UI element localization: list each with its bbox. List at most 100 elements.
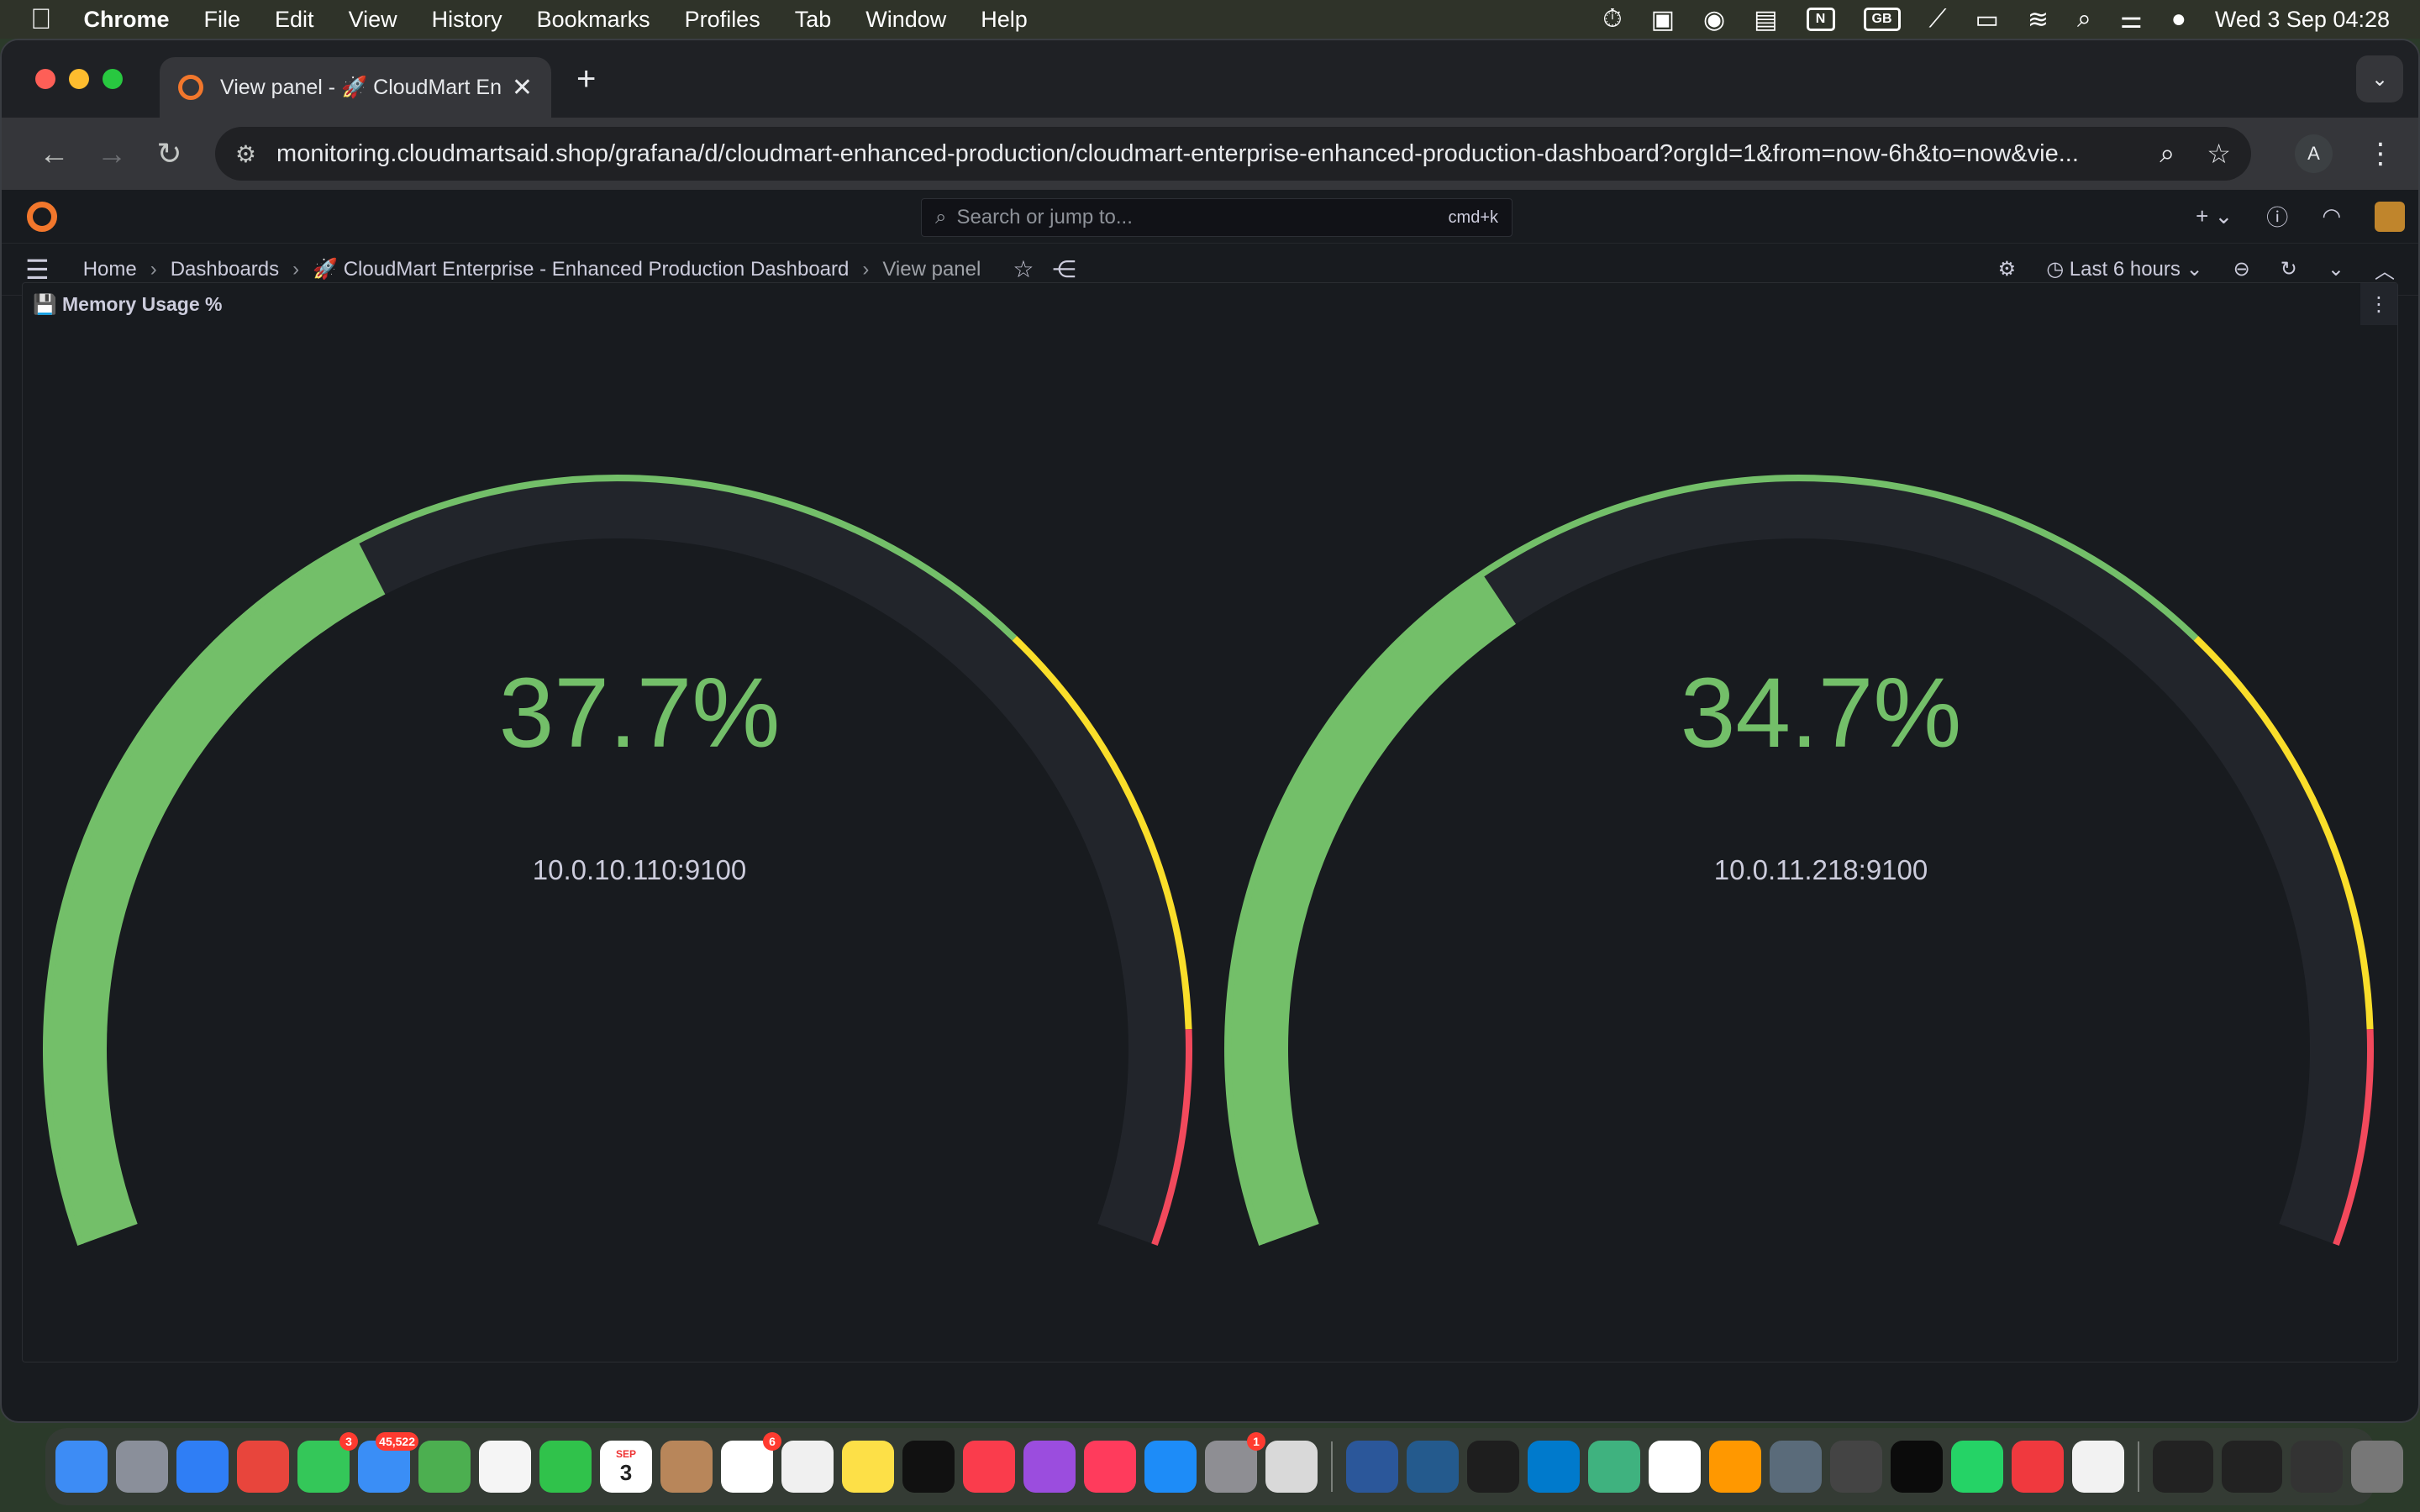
menu-hamburger-icon[interactable]: ☰	[25, 254, 50, 286]
trash-icon[interactable]	[2351, 1441, 2403, 1493]
minimized-window-thumbnail[interactable]	[2222, 1441, 2282, 1493]
menu-tab[interactable]: Tab	[795, 7, 832, 33]
site-info-icon[interactable]: ⚙	[235, 140, 256, 168]
star-favorite-icon[interactable]: ☆	[1013, 255, 1034, 283]
tab-search-chevron-icon[interactable]: ⌄	[2356, 55, 2403, 102]
maps-icon[interactable]	[418, 1441, 471, 1493]
minimized-window-thumbnail[interactable]	[2153, 1441, 2213, 1493]
spotlight-search-icon[interactable]: ⌕	[2077, 5, 2091, 34]
menu-window[interactable]: Window	[865, 7, 946, 33]
clipboard-status-icon[interactable]: ▣	[1651, 5, 1675, 34]
messages-icon[interactable]: 3	[297, 1432, 358, 1493]
input-source-icon[interactable]: GB	[1863, 8, 1901, 31]
forward-arrow-icon[interactable]: →	[83, 136, 141, 171]
preview-icon[interactable]	[1770, 1441, 1822, 1493]
iterm-icon[interactable]	[1891, 1441, 1943, 1493]
new-tab-button[interactable]: +	[576, 60, 596, 98]
siri-icon[interactable]: ●	[2171, 5, 2186, 34]
time-picker-button[interactable]: ◷ Last 6 hours ⌄	[2046, 257, 2202, 281]
facetime-icon[interactable]	[539, 1441, 592, 1493]
finder-icon[interactable]	[55, 1441, 108, 1493]
reload-icon[interactable]: ↻	[140, 136, 198, 171]
control-center-icon[interactable]: ⚌	[2120, 5, 2143, 34]
chrome-menu-icon[interactable]: ⋮	[2366, 137, 2395, 171]
apple-tv-icon[interactable]	[902, 1441, 955, 1493]
profile-avatar[interactable]: A	[2294, 134, 2333, 173]
breadcrumb-dashboard[interactable]: 🚀 CloudMart Enterprise - Enhanced Produc…	[313, 257, 849, 281]
user-avatar[interactable]	[2375, 201, 2405, 232]
zoom-magnifier-icon[interactable]: ⌕	[2160, 138, 2175, 170]
anydesk-icon[interactable]	[2012, 1441, 2064, 1493]
menu-history[interactable]: History	[432, 7, 502, 33]
menu-profiles[interactable]: Profiles	[685, 7, 760, 33]
zoom-window-button[interactable]	[103, 69, 123, 89]
menu-app-name[interactable]: Chrome	[84, 7, 170, 33]
grafana-search-input[interactable]: ⌕ Search or jump to... cmd+k	[921, 198, 1512, 237]
downloads-stack-icon[interactable]	[2291, 1441, 2343, 1493]
menu-file[interactable]: File	[204, 7, 241, 33]
notion-status-icon[interactable]: N	[1806, 8, 1835, 31]
timer-status-icon[interactable]: ⏱	[1602, 5, 1622, 34]
freeform-icon[interactable]	[781, 1441, 834, 1493]
app-store-icon[interactable]	[1144, 1441, 1197, 1493]
share-icon[interactable]: ⋲	[1052, 255, 1076, 283]
battery-icon[interactable]: ▭	[1975, 5, 1999, 34]
mail-icon[interactable]: 45,522	[358, 1432, 418, 1493]
collapse-chevron-up-icon[interactable]: ︿	[2375, 255, 2395, 284]
safari-icon[interactable]	[176, 1441, 229, 1493]
recording-status-icon[interactable]: ◉	[1703, 5, 1725, 34]
mysql-workbench-icon[interactable]	[1407, 1441, 1459, 1493]
launchpad-icon[interactable]	[116, 1441, 168, 1493]
zoom-out-icon[interactable]: ⊖	[2233, 257, 2250, 281]
textedit-icon[interactable]	[2072, 1441, 2124, 1493]
refresh-interval-chevron-icon[interactable]: ⌄	[2328, 257, 2344, 281]
apple-menu-icon[interactable]: 	[30, 3, 52, 36]
url-text[interactable]: monitoring.cloudmartsaid.shop/grafana/d/…	[276, 140, 2128, 168]
bookmark-star-icon[interactable]: ☆	[2207, 138, 2231, 170]
sublime-text-icon[interactable]	[1709, 1441, 1761, 1493]
notion-icon[interactable]	[1649, 1441, 1701, 1493]
iphone-mirroring-icon[interactable]	[1265, 1441, 1318, 1493]
atom-icon[interactable]	[1588, 1441, 1640, 1493]
news-icon[interactable]	[1084, 1441, 1136, 1493]
close-window-button[interactable]	[35, 69, 55, 89]
add-new-button[interactable]: + ⌄	[2196, 203, 2233, 229]
word-icon[interactable]	[1346, 1441, 1398, 1493]
music-icon[interactable]	[963, 1441, 1015, 1493]
pen-status-icon[interactable]: ⟋	[1929, 5, 1947, 34]
notes-icon[interactable]	[842, 1441, 894, 1493]
whatsapp-icon[interactable]	[1951, 1441, 2003, 1493]
menu-clock[interactable]: Wed 3 Sep 04:28	[2215, 7, 2390, 33]
chrome-icon[interactable]	[237, 1441, 289, 1493]
calendar-icon[interactable]: SEP 3	[600, 1441, 652, 1493]
back-arrow-icon[interactable]: ←	[25, 136, 83, 171]
grafana-logo-icon[interactable]	[27, 201, 57, 232]
tab-active[interactable]: View panel - 🚀 CloudMart Ent ✕	[160, 57, 551, 118]
wifi-icon[interactable]: ≋	[2028, 5, 2049, 34]
news-feed-icon[interactable]: ◠	[2322, 203, 2341, 229]
menu-bookmarks[interactable]: Bookmarks	[537, 7, 650, 33]
vscode-icon[interactable]	[1528, 1441, 1580, 1493]
menu-edit[interactable]: Edit	[275, 7, 314, 33]
menu-view[interactable]: View	[349, 7, 397, 33]
keychain-icon[interactable]	[1830, 1441, 1882, 1493]
podcasts-icon[interactable]	[1023, 1441, 1076, 1493]
address-bar[interactable]: ⚙ monitoring.cloudmartsaid.shop/grafana/…	[214, 127, 2251, 181]
help-icon[interactable]: ⓘ	[2266, 201, 2288, 232]
contacts-icon[interactable]	[660, 1441, 713, 1493]
tab-close-icon[interactable]: ✕	[512, 73, 533, 102]
reminders-badge: 6	[763, 1432, 781, 1451]
breadcrumb-home[interactable]: Home	[83, 258, 137, 281]
refresh-icon[interactable]: ↻	[2281, 257, 2297, 281]
minimize-window-button[interactable]	[69, 69, 89, 89]
bi-status-icon[interactable]: ▤	[1754, 5, 1777, 34]
terminal-icon[interactable]	[1467, 1441, 1519, 1493]
system-settings-icon[interactable]: 1	[1205, 1432, 1265, 1493]
breadcrumb-dashboards[interactable]: Dashboards	[171, 258, 279, 281]
photos-icon[interactable]	[479, 1441, 531, 1493]
reminders-icon[interactable]: 6	[721, 1432, 781, 1493]
settings-gear-icon[interactable]: ⚙	[1998, 257, 2017, 281]
menu-help[interactable]: Help	[981, 7, 1028, 33]
chevron-right-icon: ›	[292, 257, 300, 281]
chevron-right-icon: ›	[150, 257, 157, 281]
